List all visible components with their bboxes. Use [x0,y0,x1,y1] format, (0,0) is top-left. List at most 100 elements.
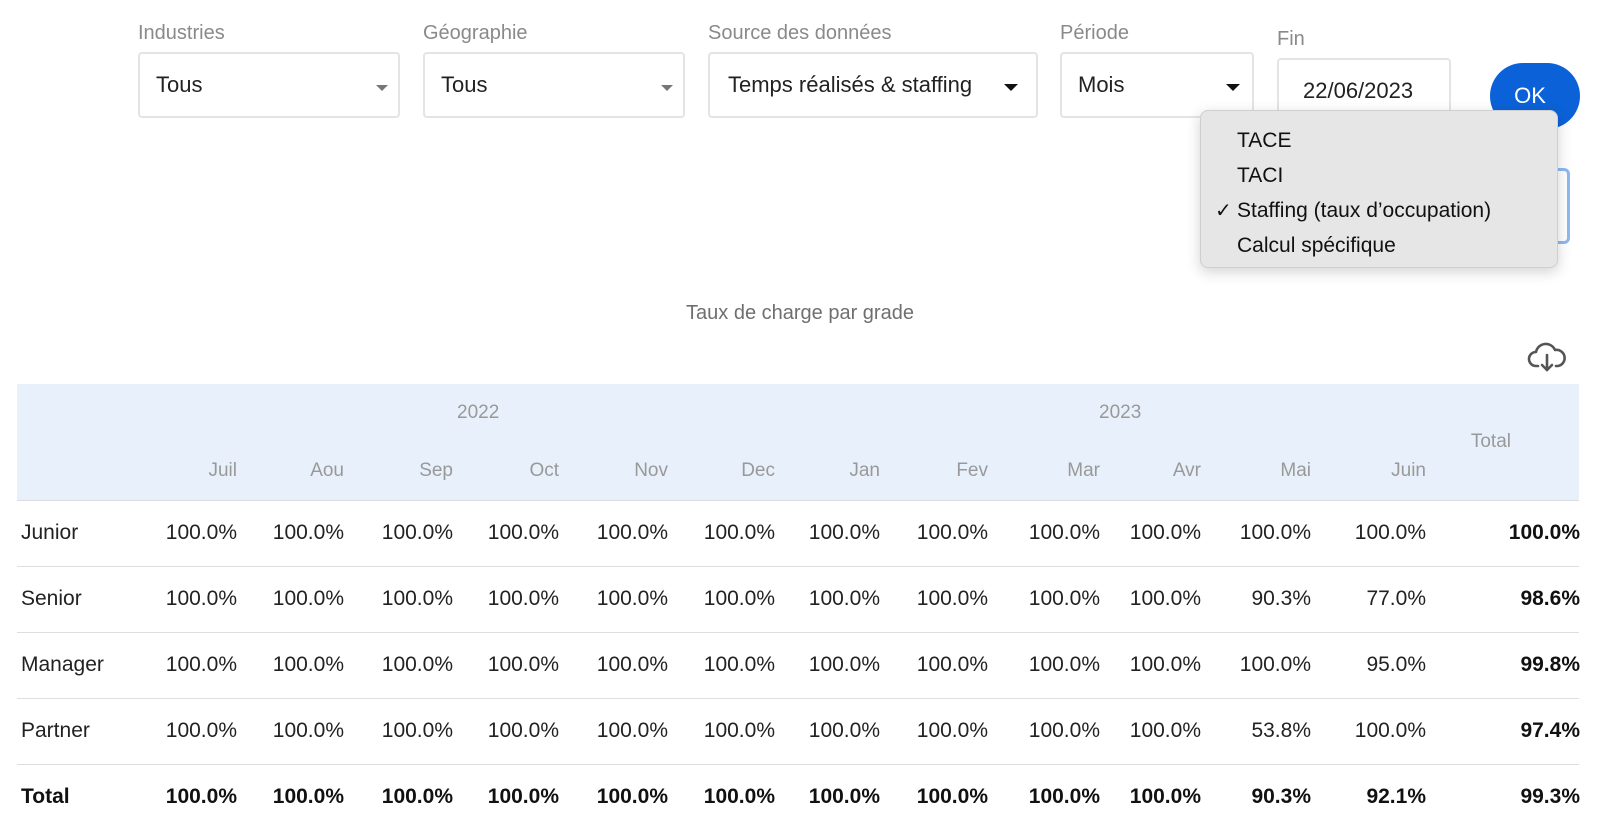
dropdown-item-tace[interactable]: TACE [1201,124,1557,158]
table-cell: 100.0% [381,785,453,808]
chevron-down-icon [661,85,673,91]
table-cell: 90.3% [1251,587,1311,610]
table-cell: 100.0% [596,785,668,808]
table-cell: 100.0% [916,719,988,742]
month-header: Juin [1391,460,1426,481]
month-header: Aou [310,460,344,481]
grade-label: Partner [21,719,90,742]
chevron-down-icon [1004,84,1018,91]
dropdown-item-taci[interactable]: TACI [1201,159,1557,193]
table-cell: 77.0% [1366,587,1426,610]
cloud-download-icon[interactable] [1527,342,1567,374]
table-total-row: Total 100.0% 100.0% 100.0% 100.0% 100.0% 100.0… [17,765,1580,830]
year-header-2022: 2022 [457,402,500,423]
table-cell: 100.0% [165,521,237,544]
table-cell: 100.0% [381,719,453,742]
table-cell: 100.0% [703,587,775,610]
grade-label: Junior [21,521,79,544]
industries-label: Industries [138,22,225,44]
table-cell: 100.0% [272,653,344,676]
year-header-2023: 2023 [1099,402,1142,423]
table-cell: 100.0% [1354,521,1426,544]
month-header: Dec [741,460,775,481]
end-date-value: 22/06/2023 [1303,78,1414,103]
table-row: Junior 100.0% 100.0% 100.0% 100.0% 100.0% 100.… [17,501,1580,567]
geography-value: Tous [441,72,488,97]
table-cell: 100.0% [487,785,559,808]
table-cell: 100.0% [916,587,988,610]
table-cell: 100.0% [1129,785,1201,808]
table-cell: 100.0% [272,785,344,808]
table-cell: 100.0% [381,521,453,544]
table-header: 2022 2023 Total Juil Aou Sep Oct Nov Dec Jan Fe… [17,384,1579,501]
table-cell: 100.0% [165,719,237,742]
checkmark-icon: ✓ [1215,200,1232,222]
table-cell: 100.0% [596,653,668,676]
month-header: Nov [634,460,668,481]
month-header: Mai [1280,460,1311,481]
row-total-cell: 97.4% [1520,719,1580,742]
table-cell: 100.0% [165,785,237,808]
table-cell: 100.0% [1354,719,1426,742]
row-total-cell: 99.3% [1520,785,1580,808]
table-cell: 100.0% [487,521,559,544]
total-header: Total [1470,431,1511,452]
dropdown-item-label: TACI [1237,164,1284,187]
row-total-cell: 99.8% [1520,653,1580,676]
table-cell: 100.0% [808,653,880,676]
dropdown-item-staffing[interactable]: ✓ Staffing (taux d’occupation) [1201,194,1557,228]
table-cell: 100.0% [487,587,559,610]
end-label: Fin [1277,28,1305,50]
grade-table: 2022 2023 Total Juil Aou Sep Oct Nov Dec Jan Fe… [17,384,1580,830]
table-cell: 90.3% [1251,785,1311,808]
chevron-down-icon [376,85,388,91]
table-cell: 100.0% [1129,521,1201,544]
geography-label: Géographie [423,22,528,44]
month-header: Avr [1172,460,1201,481]
table-cell: 100.0% [596,521,668,544]
table-cell: 100.0% [916,521,988,544]
chart-title: Taux de charge par grade [686,302,914,324]
table-cell: 100.0% [703,653,775,676]
period-label: Période [1060,22,1129,44]
table-cell: 100.0% [381,653,453,676]
grade-label: Manager [21,653,104,676]
table-cell: 100.0% [1129,587,1201,610]
dropdown-item-label: TACE [1237,129,1292,152]
month-header: Fev [956,460,988,481]
dropdown-item-calcul-specifique[interactable]: Calcul spécifique [1201,229,1557,263]
geography-select[interactable]: Tous [423,52,685,118]
table-cell: 100.0% [808,521,880,544]
table-cell: 100.0% [703,521,775,544]
table-cell: 53.8% [1251,719,1311,742]
dropdown-item-label: Calcul spécifique [1237,234,1396,257]
grade-label: Total [21,785,70,808]
month-header: Oct [529,460,559,481]
table-cell: 100.0% [272,587,344,610]
table-cell: 100.0% [381,587,453,610]
table-row: Partner 100.0% 100.0% 100.0% 100.0% 100.0% 100… [17,699,1580,765]
period-select[interactable]: Mois [1060,52,1254,118]
table-cell: 100.0% [1028,587,1100,610]
table-cell: 100.0% [1028,521,1100,544]
table-cell: 95.0% [1366,653,1426,676]
period-value: Mois [1078,72,1125,97]
month-header: Sep [419,460,453,481]
table-cell: 100.0% [916,653,988,676]
table-cell: 100.0% [487,653,559,676]
table-cell: 100.0% [703,719,775,742]
source-select[interactable]: Temps réalisés & staffing [708,52,1038,118]
grade-label: Senior [21,587,82,610]
industries-select[interactable]: Tous [138,52,400,118]
table-cell: 100.0% [596,719,668,742]
table-row: Senior 100.0% 100.0% 100.0% 100.0% 100.0% 100.… [17,567,1580,633]
table-cell: 100.0% [1028,785,1100,808]
month-header: Mar [1067,460,1100,481]
table-cell: 100.0% [808,587,880,610]
month-header: Juil [208,460,237,481]
table-cell: 100.0% [272,521,344,544]
source-value: Temps réalisés & staffing [728,72,973,97]
table-cell: 100.0% [1028,719,1100,742]
table-row: Manager 100.0% 100.0% 100.0% 100.0% 100.0% 100… [17,633,1580,699]
table-cell: 100.0% [1239,521,1311,544]
